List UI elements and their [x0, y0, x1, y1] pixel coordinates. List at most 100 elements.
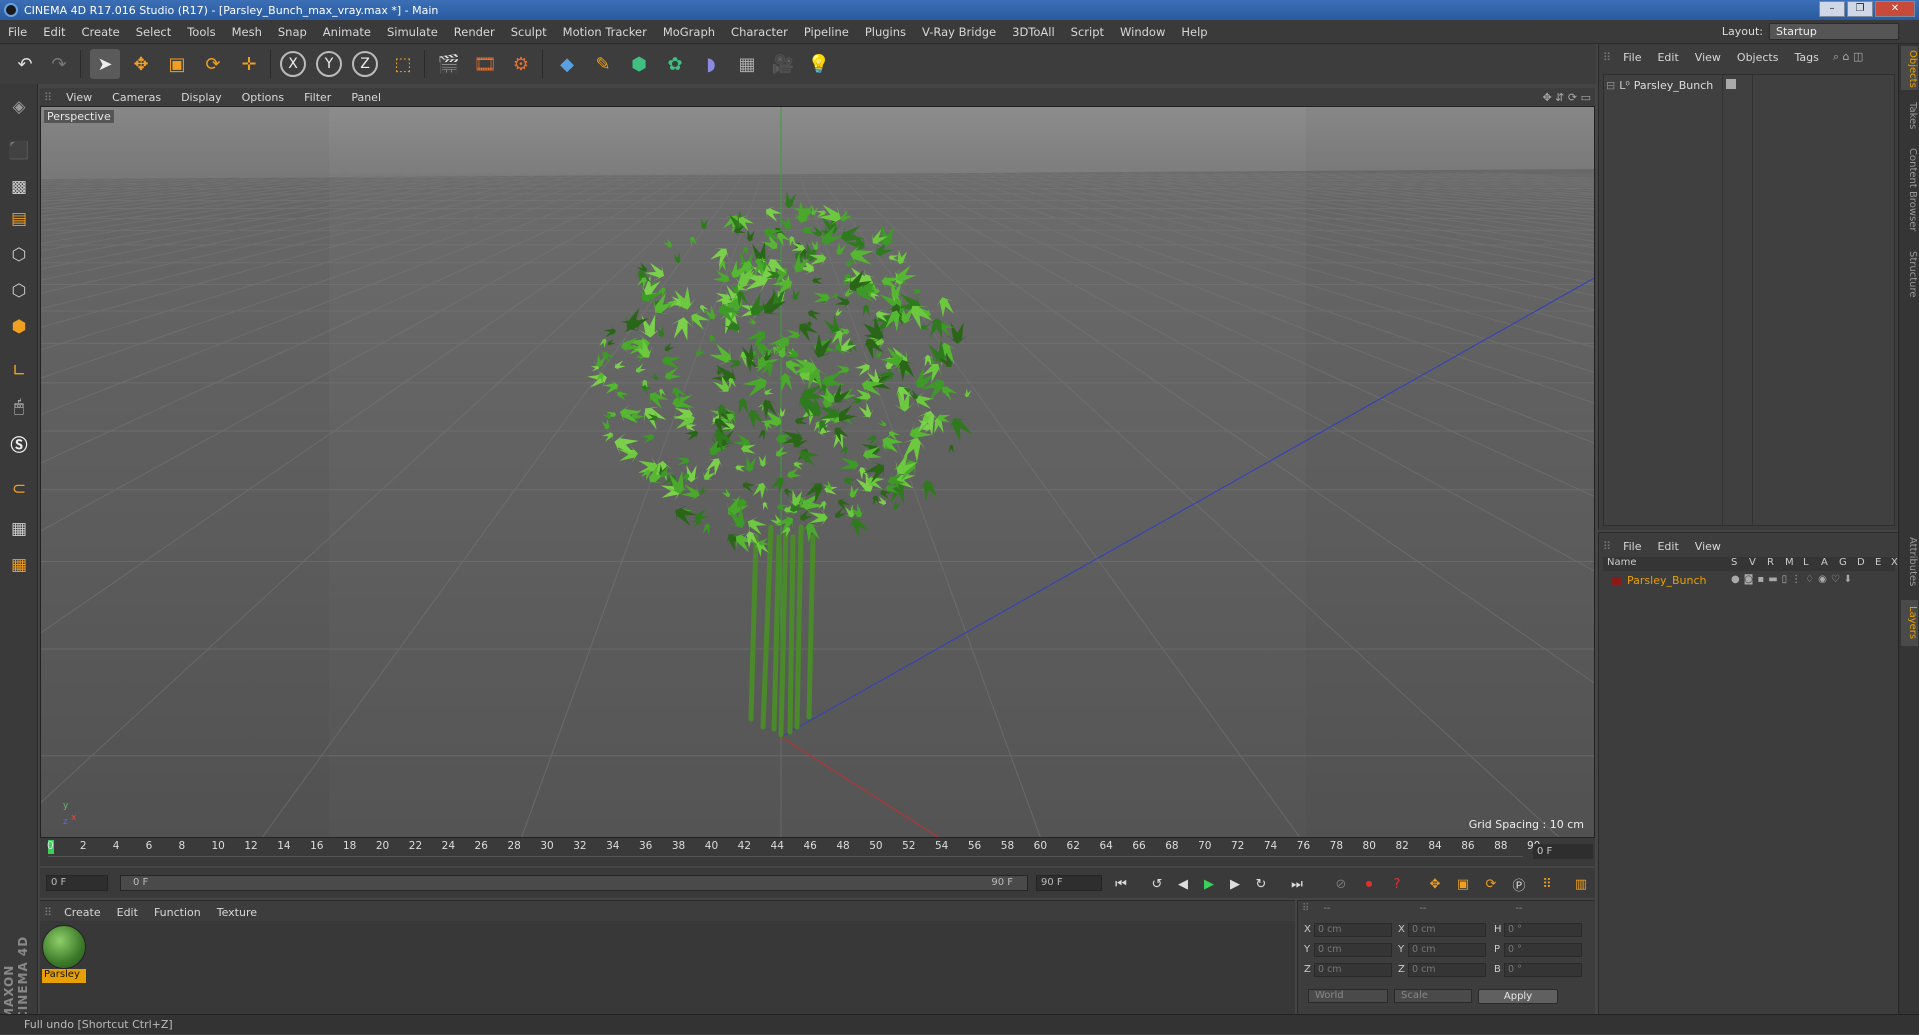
x-axis-lock-icon[interactable]: X	[280, 51, 306, 77]
object-menu-tags[interactable]: Tags	[1786, 51, 1826, 64]
magnet-icon[interactable]: ⊂	[4, 474, 34, 504]
layer-menu-view[interactable]: View	[1687, 540, 1729, 553]
viewport-menu-view[interactable]: View	[56, 91, 102, 104]
menu-plugins[interactable]: Plugins	[857, 25, 914, 39]
key-rotation-icon[interactable]: ⟳	[1480, 873, 1502, 895]
floor-icon[interactable]: ▦	[732, 49, 762, 79]
viewport-menu-cameras[interactable]: Cameras	[102, 91, 171, 104]
start-frame-field[interactable]: 0 F	[46, 875, 108, 891]
transform-icon[interactable]: ✛	[234, 49, 264, 79]
edges-mode-icon[interactable]: ⬡	[4, 276, 34, 306]
maximize-button[interactable]: ❐	[1847, 1, 1873, 17]
redo-icon[interactable]: ↷	[44, 49, 74, 79]
menu-mesh[interactable]: Mesh	[224, 25, 270, 39]
material-menu-edit[interactable]: Edit	[109, 906, 146, 919]
menu-window[interactable]: Window	[1112, 25, 1173, 39]
object-menu-file[interactable]: File	[1615, 51, 1649, 64]
scale-icon[interactable]: ▣	[162, 49, 192, 79]
menu-help[interactable]: Help	[1173, 25, 1215, 39]
material-thumbnail[interactable]	[42, 925, 86, 969]
rotate-icon[interactable]: ⟳	[198, 49, 228, 79]
model-mode-icon[interactable]: ⬛	[4, 136, 34, 166]
key-scale-icon[interactable]: ▣	[1452, 873, 1474, 895]
keyframe-selection-icon[interactable]: ⊘	[1330, 873, 1352, 895]
timeline-layout-icon[interactable]: ▥	[1570, 873, 1592, 895]
world-dropdown[interactable]: World	[1308, 989, 1388, 1003]
key-param-icon[interactable]: Ⓟ	[1508, 873, 1530, 895]
goto-end-icon[interactable]: ⏭	[1286, 873, 1308, 895]
layer-menu-file[interactable]: File	[1615, 540, 1649, 553]
points-mode-icon[interactable]: ⬡	[4, 240, 34, 270]
menu-file[interactable]: File	[0, 25, 35, 39]
material-menu-create[interactable]: Create	[56, 906, 109, 919]
play-icon[interactable]: ▶	[1198, 873, 1220, 895]
apply-button[interactable]: Apply	[1478, 989, 1558, 1004]
frame-range-slider[interactable]: 0 F 90 F	[120, 875, 1028, 891]
axis-mode-icon[interactable]: ∟	[4, 356, 34, 386]
material-menu-texture[interactable]: Texture	[209, 906, 265, 919]
y-axis-lock-icon[interactable]: Y	[316, 51, 342, 77]
subdivision-icon[interactable]: ⬢	[624, 49, 654, 79]
viewport-nav-icons[interactable]: ✥ ⇵ ⟳ ▭	[1542, 91, 1591, 104]
layer-menu-edit[interactable]: Edit	[1649, 540, 1686, 553]
coordinate-system-icon[interactable]: ⬚	[388, 49, 418, 79]
cloner-icon[interactable]: ✿	[660, 49, 690, 79]
snap-icon[interactable]: Ⓢ	[4, 428, 34, 458]
layer-row-parsley[interactable]: Parsley_Bunch ●◙▪▬▯⋮♢◉♡⬇	[1603, 573, 1895, 589]
menu-character[interactable]: Character	[723, 25, 796, 39]
tab-objects[interactable]: Objects	[1901, 46, 1918, 90]
object-row-parsley[interactable]: ⊟ L⁰ Parsley_Bunch	[1606, 77, 1713, 93]
visibility-toggle-icon[interactable]	[1726, 79, 1736, 89]
menu-3dtoall[interactable]: 3DToAll	[1004, 25, 1063, 39]
menu-simulate[interactable]: Simulate	[379, 25, 446, 39]
light-icon[interactable]: 💡	[804, 49, 834, 79]
scale-dropdown[interactable]: Scale	[1394, 989, 1472, 1003]
layer-color-swatch[interactable]	[1611, 577, 1621, 585]
prev-key-icon[interactable]: ↺	[1146, 873, 1168, 895]
menu-snap[interactable]: Snap	[270, 25, 315, 39]
menu-vray-bridge[interactable]: V-Ray Bridge	[914, 25, 1004, 39]
lock-workplane-icon[interactable]: ▦	[4, 514, 34, 544]
material-name[interactable]: Parsley	[42, 969, 86, 983]
texture-mode-icon[interactable]: ▩	[4, 172, 34, 202]
goto-start-icon[interactable]: ⏮	[1110, 873, 1132, 895]
tab-layers[interactable]: Layers	[1901, 600, 1918, 646]
make-editable-icon[interactable]: ◈	[4, 92, 34, 122]
object-menu-edit[interactable]: Edit	[1649, 51, 1686, 64]
timeline-ruler[interactable]: 0 2 4 6 8 10 12 14 16 18 20 22 24 26 28 30 32 34 36 38 40 42 4…	[40, 838, 1595, 866]
viewport-menu-panel[interactable]: Panel	[341, 91, 391, 104]
workplane-icon[interactable]: ▤	[4, 204, 34, 234]
render-picture-viewer-icon[interactable]: 🎞	[470, 49, 500, 79]
render-view-icon[interactable]: 🎬	[434, 49, 464, 79]
position-y-field[interactable]: 0 cm	[1314, 943, 1392, 957]
menu-select[interactable]: Select	[128, 25, 179, 39]
cube-icon[interactable]: ◆	[552, 49, 582, 79]
minimize-button[interactable]: –	[1819, 1, 1845, 17]
menu-script[interactable]: Script	[1063, 25, 1112, 39]
menu-sculpt[interactable]: Sculpt	[503, 25, 555, 39]
viewport-menu-display[interactable]: Display	[171, 91, 232, 104]
key-pla-icon[interactable]: ⠿	[1536, 873, 1558, 895]
rotation-h-field[interactable]: 0 °	[1504, 923, 1582, 937]
camera-icon[interactable]: 🎥	[768, 49, 798, 79]
object-menu-objects[interactable]: Objects	[1729, 51, 1787, 64]
rotation-p-field[interactable]: 0 °	[1504, 943, 1582, 957]
menu-create[interactable]: Create	[74, 25, 128, 39]
close-button[interactable]: ✕	[1875, 1, 1915, 17]
object-menu-view[interactable]: View	[1687, 51, 1729, 64]
current-frame-field[interactable]: 0 F	[1533, 844, 1593, 859]
polygons-mode-icon[interactable]: ⬢	[4, 312, 34, 342]
viewport-menu-filter[interactable]: Filter	[294, 91, 341, 104]
position-z-field[interactable]: 0 cm	[1314, 963, 1392, 977]
menu-animate[interactable]: Animate	[315, 25, 379, 39]
end-frame-field[interactable]: 90 F	[1036, 875, 1102, 891]
autokey-icon[interactable]: ?	[1386, 873, 1408, 895]
undo-icon[interactable]: ↶	[10, 49, 40, 79]
grid-snap-icon[interactable]: ▦	[4, 550, 34, 580]
object-search-icon[interactable]: ⌕ ⌂ ◫	[1833, 50, 1864, 64]
size-x-field[interactable]: 0 cm	[1408, 923, 1486, 937]
tab-content-browser[interactable]: Content Browser	[1901, 140, 1918, 240]
viewport-menu-options[interactable]: Options	[232, 91, 294, 104]
menu-tools[interactable]: Tools	[179, 25, 223, 39]
move-icon[interactable]: ✥	[126, 49, 156, 79]
